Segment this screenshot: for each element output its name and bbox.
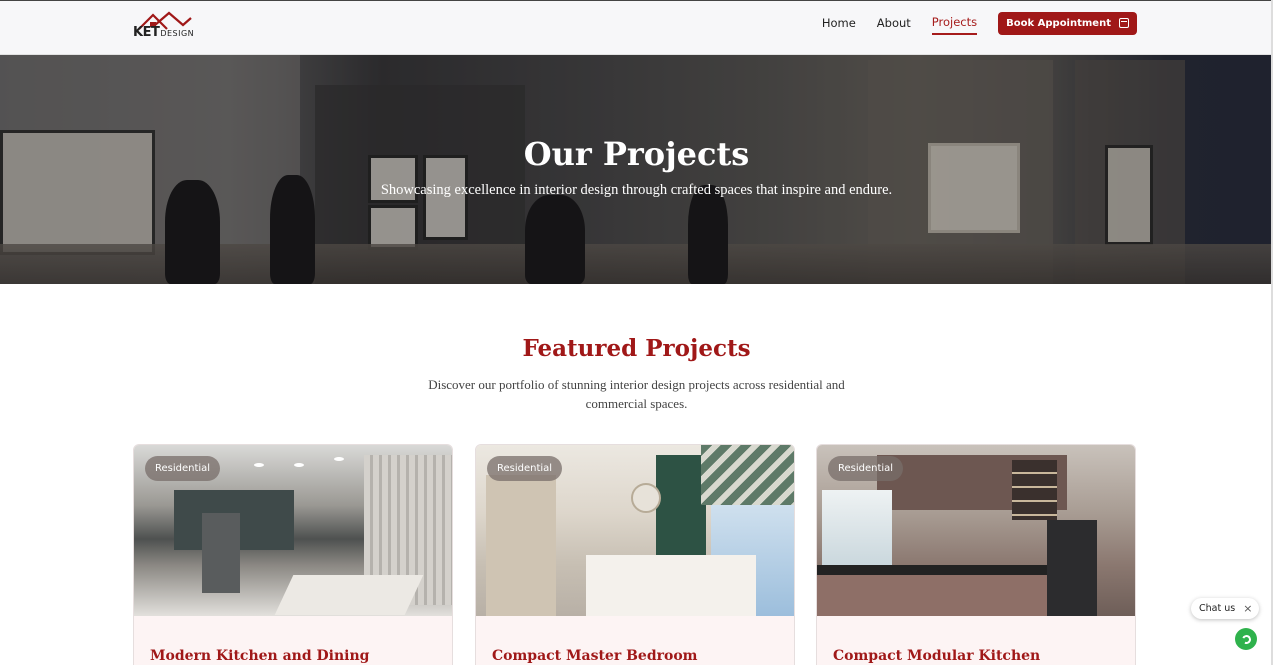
image-shelf	[1012, 460, 1057, 520]
logo[interactable]: KETDESIGN	[133, 11, 195, 45]
close-icon[interactable]: ×	[1243, 602, 1252, 615]
category-badge: Residential	[828, 456, 904, 481]
calendar-icon	[1119, 18, 1129, 28]
chat-us-label: Chat us	[1199, 603, 1236, 614]
book-appointment-label: Book Appointment	[1006, 17, 1111, 29]
hero-subtitle: Showcasing excellence in interior design…	[380, 182, 893, 198]
image-lower-cabinets	[817, 575, 1067, 616]
image-light	[294, 463, 304, 467]
project-card[interactable]: Residential Compact Master Bedroom	[475, 444, 795, 665]
project-title[interactable]: Compact Modular Kitchen	[833, 648, 1040, 664]
image-countertop	[817, 565, 1067, 575]
category-badge: Residential	[487, 456, 563, 481]
image-fridge	[202, 513, 240, 593]
nav-link-about[interactable]: About	[877, 16, 911, 34]
featured-subtitle: Discover our portfolio of stunning inter…	[428, 377, 845, 411]
chat-us-pill[interactable]: Chat us ×	[1191, 598, 1259, 619]
hero-title: Our Projects	[523, 135, 750, 173]
image-light	[334, 457, 344, 461]
hero-banner: Our Projects Showcasing excellence in in…	[0, 55, 1273, 284]
category-badge: Residential	[145, 456, 221, 481]
image-light	[254, 463, 264, 467]
nav-link-projects[interactable]: Projects	[931, 15, 978, 35]
book-appointment-button[interactable]: Book Appointment	[998, 11, 1137, 35]
image-fridge	[1047, 520, 1097, 616]
image-accent-wall	[656, 455, 706, 565]
phone-icon	[1240, 633, 1252, 645]
image-table	[274, 575, 424, 615]
image-bed	[586, 555, 756, 616]
logo-wordmark: KETDESIGN	[133, 25, 195, 40]
nav-links: Home About Projects Book Appointment	[822, 11, 1137, 35]
project-card[interactable]: Residential Compact Modular Kitchen	[816, 444, 1136, 665]
image-window	[822, 490, 892, 570]
featured-title: Featured Projects	[522, 335, 751, 362]
image-wardrobe	[486, 475, 556, 616]
image-curtain	[701, 445, 794, 505]
image-mirror	[631, 483, 661, 513]
top-navbar: KETDESIGN Home About Projects Book Appoi…	[0, 0, 1273, 55]
nav-link-home[interactable]: Home	[822, 16, 856, 34]
project-title[interactable]: Compact Master Bedroom	[492, 648, 698, 664]
whatsapp-icon[interactable]	[1235, 628, 1257, 650]
project-title[interactable]: Modern Kitchen and Dining	[150, 648, 369, 664]
project-card[interactable]: Residential Modern Kitchen and Dining	[133, 444, 453, 665]
